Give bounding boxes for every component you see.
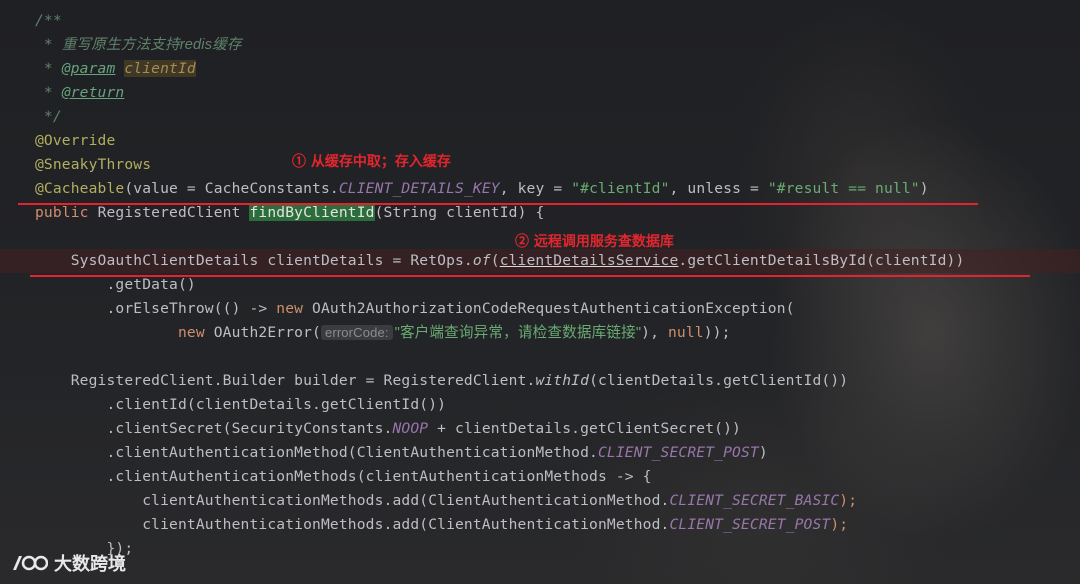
code-token: @Cacheable	[35, 180, 125, 197]
code-token: .clientSecret(SecurityConstants.	[35, 420, 393, 437]
code-line[interactable]: @Cacheable(value = CacheConstants.CLIENT…	[35, 177, 929, 201]
code-token: (String clientId) {	[374, 204, 545, 221]
logo-icon	[13, 555, 48, 571]
code-token: clientAuthenticationMethods.add(ClientAu…	[35, 492, 670, 509]
code-token: .clientAuthenticationMethod(ClientAuthen…	[35, 444, 598, 461]
code-line[interactable]: clientAuthenticationMethods.add(ClientAu…	[35, 489, 857, 513]
code-token: OAuth2Error(	[213, 324, 321, 341]
code-line[interactable]: * @param clientId	[35, 57, 196, 81]
code-token: *	[35, 84, 62, 101]
code-token: RegisteredClient	[97, 204, 250, 221]
code-editor[interactable]: /** * 重写原生方法支持redis缓存 * @param clientId …	[0, 0, 1080, 584]
code-line[interactable]: .clientAuthenticationMethod(ClientAuthen…	[35, 441, 768, 465]
code-token: .clientId(clientDetails.getClientId())	[35, 396, 447, 413]
code-line[interactable]: */	[35, 105, 62, 129]
code-token: *	[35, 60, 62, 77]
watermark-text: 大数跨境	[54, 554, 126, 574]
code-token: , unless =	[669, 180, 768, 197]
code-line[interactable]: /**	[35, 9, 62, 33]
code-token: );	[830, 516, 849, 533]
code-line[interactable]: SysOauthClientDetails clientDetails = Re…	[0, 249, 1080, 273]
code-token: clientId	[124, 60, 196, 77]
code-token: new	[276, 300, 313, 317]
code-token: @SneakyThrows	[35, 156, 152, 173]
code-token: (	[490, 252, 500, 269]
code-token: RegisteredClient.Builder builder = Regis…	[35, 372, 536, 389]
code-line[interactable]: * 重写原生方法支持redis缓存	[35, 33, 242, 57]
code-token: ),	[641, 324, 668, 341]
code-token: );	[839, 492, 858, 509]
code-token: public	[35, 204, 98, 221]
code-token: findByClientId	[249, 204, 375, 221]
code-token: .clientAuthenticationMethods(clientAuthe…	[35, 468, 652, 485]
code-token: .getClientDetailsById(clientId))	[678, 252, 965, 269]
code-line[interactable]: @Override	[35, 129, 115, 153]
code-line[interactable]: new OAuth2Error(errorCode: "客户端查询异常，请检查数据…	[35, 321, 731, 345]
code-token: */	[35, 108, 62, 125]
code-token: "客户端查询异常，请检查数据库链接"	[394, 325, 642, 341]
code-token: @param	[61, 60, 116, 77]
annotation-note-cache: ① 从缓存中取；存入缓存	[292, 154, 451, 170]
code-line[interactable]: .clientAuthenticationMethods(clientAuthe…	[35, 465, 652, 489]
code-token: )	[919, 180, 929, 197]
annotation-underline-remote-call	[30, 275, 1030, 277]
code-token: NOOP	[392, 420, 429, 437]
code-token: .orElseThrow(() ->	[35, 300, 277, 317]
code-token: clientAuthenticationMethods.add(ClientAu…	[35, 516, 670, 533]
code-token: @Override	[35, 132, 116, 149]
code-line[interactable]: @SneakyThrows	[35, 153, 151, 177]
code-token: ));	[703, 324, 731, 341]
code-token: null	[667, 324, 704, 341]
code-token: @return	[61, 84, 125, 101]
code-token: of	[472, 252, 491, 269]
code-token: CLIENT_DETAILS_KEY	[338, 180, 500, 197]
code-line[interactable]: RegisteredClient.Builder builder = Regis…	[35, 369, 848, 393]
code-token: OAuth2AuthorizationCodeRequestAuthentica…	[312, 300, 795, 317]
code-token: )	[758, 444, 768, 461]
code-token: *	[35, 36, 62, 53]
code-token: 重写原生方法支持redis缓存	[61, 37, 242, 53]
code-line[interactable]: .orElseThrow(() -> new OAuth2Authorizati…	[35, 297, 795, 321]
code-token: .getData()	[35, 276, 196, 293]
code-token: , key =	[499, 180, 572, 197]
code-token: + clientDetails.getClientSecret())	[428, 420, 741, 437]
code-line[interactable]: .clientSecret(SecurityConstants.NOOP + c…	[35, 417, 741, 441]
watermark: 大数跨境	[10, 550, 126, 576]
code-token: /**	[35, 12, 62, 29]
code-token: CLIENT_SECRET_POST	[597, 444, 759, 461]
code-token: clientDetailsService	[499, 252, 679, 269]
parameter-hint: errorCode:	[320, 325, 393, 340]
code-token: new	[177, 324, 214, 341]
code-token: (clientDetails.getClientId())	[589, 372, 849, 389]
code-token: "#clientId"	[571, 180, 670, 197]
code-token: (value = CacheConstants.	[124, 180, 339, 197]
code-token: withId	[535, 372, 590, 389]
code-line[interactable]: clientAuthenticationMethods.add(ClientAu…	[35, 513, 848, 537]
code-token: SysOauthClientDetails clientDetails = Re…	[35, 252, 473, 269]
annotation-underline-cacheable	[18, 203, 978, 205]
code-token: "#result == null"	[767, 180, 920, 197]
code-line[interactable]: .clientId(clientDetails.getClientId())	[35, 393, 446, 417]
code-line[interactable]: * @return	[35, 81, 124, 105]
code-token: CLIENT_SECRET_BASIC	[669, 492, 840, 509]
code-token: CLIENT_SECRET_POST	[669, 516, 831, 533]
annotation-note-remote: ② 远程调用服务查数据库	[515, 234, 674, 250]
